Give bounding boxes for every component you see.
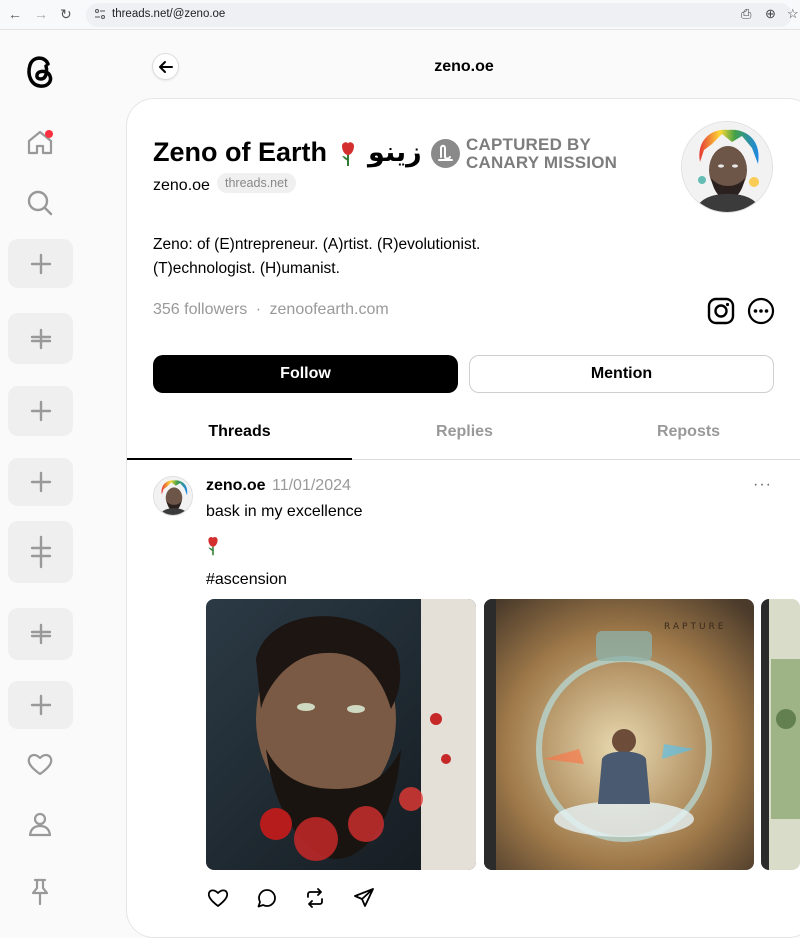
- sidebar: [0, 31, 80, 925]
- post-image[interactable]: RAPTURE: [484, 599, 754, 870]
- tab-replies[interactable]: Replies: [352, 423, 577, 441]
- bio-line-2: (T)echnologist. (H)umanist.: [153, 260, 340, 277]
- rose-icon: [208, 536, 218, 556]
- zoom-icon[interactable]: ⊕: [765, 6, 776, 22]
- follow-button[interactable]: Follow: [153, 355, 458, 393]
- followers-count[interactable]: 356 followers: [153, 301, 247, 318]
- plus-icon: [30, 535, 51, 569]
- plus-icon: [30, 623, 51, 645]
- back-nav-icon[interactable]: ←: [8, 6, 22, 22]
- mention-button[interactable]: Mention: [469, 355, 774, 393]
- create-button[interactable]: [8, 681, 73, 729]
- more-options-icon[interactable]: [747, 297, 775, 325]
- image-caption-rapture: RAPTURE: [664, 622, 727, 632]
- profile-display-name: Zeno of Earth: [153, 137, 327, 167]
- post-hashtag[interactable]: #ascension: [206, 571, 287, 589]
- create-button[interactable]: [8, 608, 73, 660]
- website-link[interactable]: zenoofearth.com: [270, 301, 389, 318]
- page-title: zeno.oe: [434, 58, 494, 75]
- url-text: threads.net/@zeno.oe: [112, 8, 226, 20]
- install-app-icon[interactable]: ⎙: [741, 6, 751, 22]
- share-icon[interactable]: [352, 886, 376, 910]
- create-button[interactable]: [8, 458, 73, 506]
- post-date[interactable]: 11/01/2024: [272, 477, 351, 495]
- followers-row: 356 followers · zenoofearth.com: [153, 301, 389, 319]
- home-icon[interactable]: [25, 127, 55, 157]
- create-button[interactable]: [8, 386, 73, 436]
- post-text: bask in my excellence: [206, 503, 363, 520]
- profile-icon[interactable]: [25, 809, 55, 839]
- plus-icon: [30, 471, 51, 493]
- instagram-icon[interactable]: [707, 297, 735, 325]
- bookmark-star-icon[interactable]: ☆: [787, 6, 799, 22]
- reload-icon[interactable]: ↻: [60, 6, 72, 23]
- repost-icon[interactable]: [303, 886, 327, 910]
- canary-icon: [431, 139, 460, 168]
- tab-threads[interactable]: Threads: [127, 423, 352, 441]
- profile-bio: Zeno: of (E)ntrepreneur. (A)rtist. (R)ev…: [153, 233, 653, 281]
- address-bar[interactable]: threads.net/@zeno.oe: [86, 3, 792, 27]
- pin-icon[interactable]: [25, 876, 55, 906]
- post-image[interactable]: [761, 599, 800, 870]
- post-more-button[interactable]: ···: [753, 476, 772, 494]
- forward-nav-icon[interactable]: →: [34, 6, 48, 22]
- bio-line-1: Zeno: of (E)ntrepreneur. (A)rtist. (R)ev…: [153, 236, 481, 253]
- threads-logo[interactable]: [21, 51, 59, 91]
- separator-dot: ·: [255, 301, 262, 318]
- create-button[interactable]: [8, 313, 73, 364]
- site-settings-icon[interactable]: [94, 8, 106, 20]
- post-avatar[interactable]: [153, 476, 193, 516]
- plus-icon: [30, 400, 51, 422]
- captured-line1: CAPTURED BY: [466, 135, 591, 154]
- profile-name-arabic: زينو: [368, 137, 422, 168]
- search-icon[interactable]: [25, 188, 55, 218]
- browser-toolbar: ← → ↻ threads.net/@zeno.oe ⎙ ⊕ ☆: [0, 0, 800, 30]
- heart-icon[interactable]: [25, 749, 55, 779]
- captured-line2: CANARY MISSION: [466, 153, 618, 172]
- post-image[interactable]: [206, 599, 476, 870]
- comment-icon[interactable]: [255, 886, 279, 910]
- arrow-left-icon: [159, 61, 173, 73]
- back-button[interactable]: [152, 53, 179, 80]
- profile-avatar[interactable]: [681, 121, 773, 213]
- tab-reposts[interactable]: Reposts: [576, 423, 800, 441]
- domain-badge[interactable]: threads.net: [217, 173, 296, 193]
- rose-icon: [341, 142, 354, 166]
- create-button[interactable]: [8, 239, 73, 288]
- plus-icon: [30, 328, 51, 349]
- like-icon[interactable]: [206, 886, 230, 910]
- plus-icon: [30, 253, 51, 274]
- profile-handle: zeno.oe: [153, 177, 210, 194]
- plus-icon: [30, 694, 51, 716]
- profile-name: Zeno of Earth زينو: [153, 137, 422, 168]
- post-username[interactable]: zeno.oe: [206, 477, 266, 495]
- create-button[interactable]: [8, 521, 73, 583]
- active-tab-indicator: [127, 458, 352, 460]
